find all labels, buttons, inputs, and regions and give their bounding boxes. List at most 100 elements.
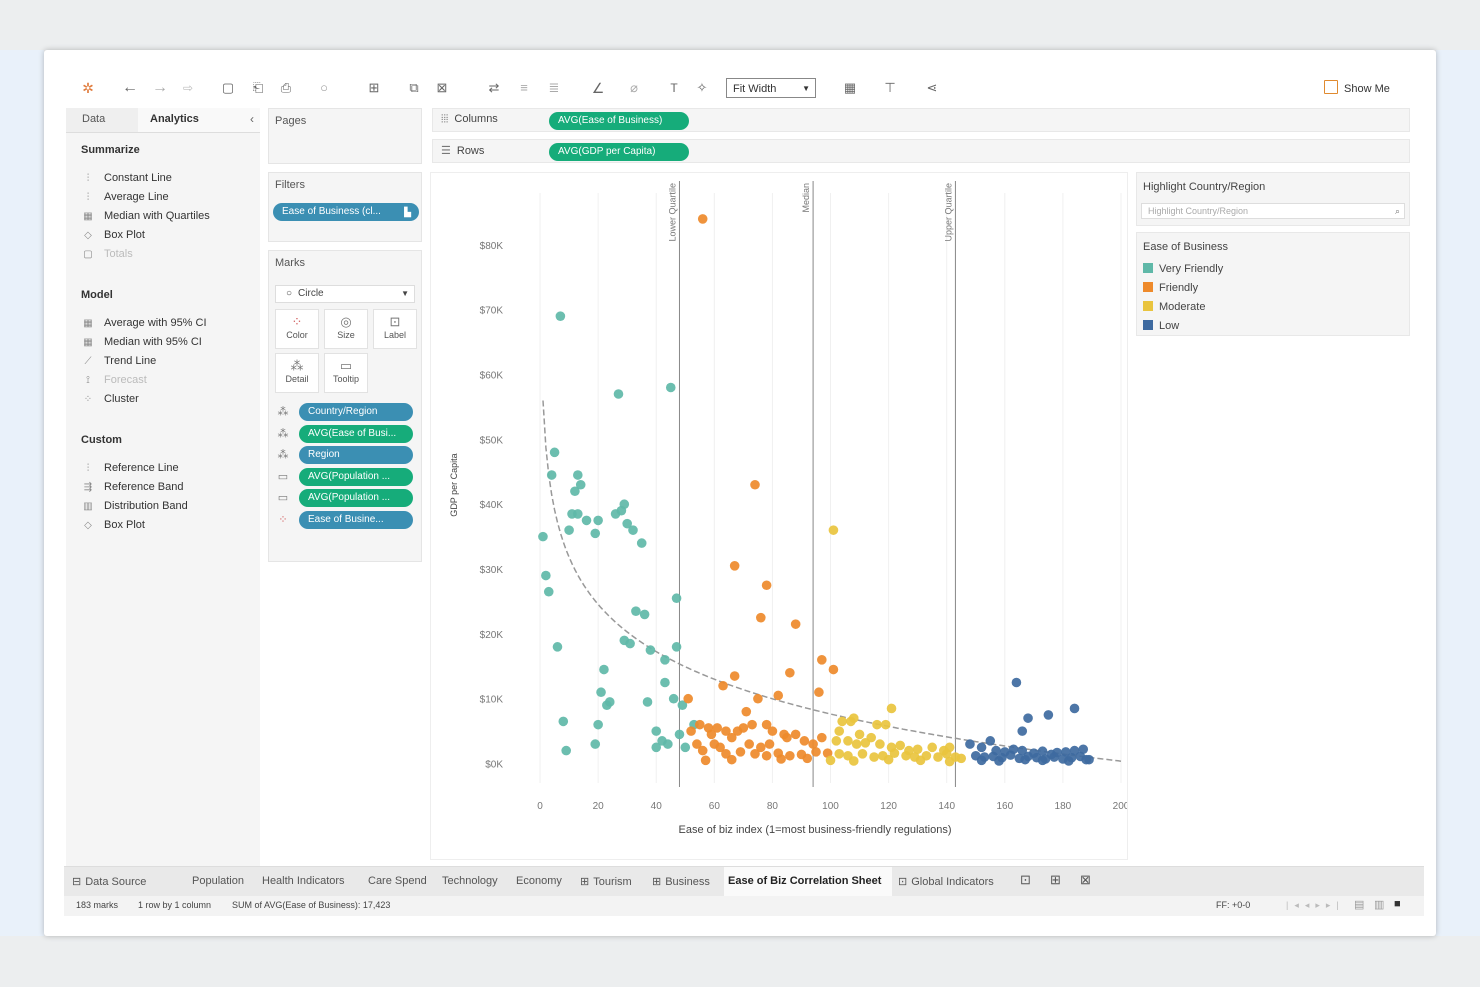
data-point[interactable]	[802, 753, 813, 764]
show-labels-icon[interactable]: T	[664, 78, 684, 98]
analytics-item[interactable]: ▦ Median with 95% CI	[82, 336, 202, 348]
label-button[interactable]: ⊡ Label	[373, 309, 417, 349]
data-point[interactable]	[665, 382, 676, 393]
data-point[interactable]	[1043, 710, 1054, 720]
data-point[interactable]	[671, 642, 682, 652]
chart-view[interactable]: Lower Quartile Median Upper Quartile 0 20 40…	[430, 172, 1130, 860]
mark-field-pill[interactable]: AVG(Ease of Busi...	[299, 424, 413, 443]
data-point[interactable]	[541, 570, 551, 581]
analytics-item[interactable]: ⫶ Reference Line	[82, 462, 179, 474]
sort-asc-icon[interactable]: ≡	[514, 78, 534, 98]
data-point[interactable]	[985, 736, 996, 746]
data-point[interactable]	[1005, 750, 1016, 760]
filmstrip-view-icon[interactable]: ■	[1394, 898, 1401, 910]
data-point[interactable]	[590, 528, 601, 539]
sheet-tab[interactable]: ⊞ Tourism	[580, 875, 632, 888]
data-point[interactable]	[1017, 726, 1028, 736]
data-point[interactable]	[834, 726, 845, 736]
data-point[interactable]	[718, 680, 728, 691]
data-point[interactable]	[1011, 677, 1022, 688]
sheet-tab[interactable]: Ease of Biz Correlation Sheet	[728, 875, 881, 887]
data-point[interactable]	[706, 729, 717, 740]
analytics-item[interactable]: ⁘ Cluster	[82, 393, 139, 405]
analytics-item[interactable]: ⫶ Average Line	[82, 191, 169, 203]
refresh-icon[interactable]: ○	[314, 78, 334, 98]
data-point[interactable]	[828, 664, 839, 675]
data-point[interactable]	[817, 655, 827, 665]
analytics-item[interactable]: ▦ Average with 95% CI	[82, 317, 206, 329]
undo-icon[interactable]: ←	[120, 78, 140, 98]
data-point[interactable]	[875, 739, 885, 749]
sort-desc-icon[interactable]: ≣	[544, 78, 564, 98]
data-point[interactable]	[857, 749, 868, 759]
data-point[interactable]	[726, 732, 737, 743]
data-point[interactable]	[915, 755, 926, 766]
new-story-tab-icon[interactable]: ⊠	[1080, 872, 1091, 888]
data-point[interactable]	[602, 700, 612, 710]
data-point[interactable]	[799, 736, 810, 746]
sheet-tab[interactable]: ⊡ Global Indicators	[898, 875, 994, 888]
tab-data[interactable]: Data	[82, 113, 105, 125]
data-point[interactable]	[631, 606, 641, 616]
pages-card[interactable]: Pages	[268, 108, 422, 164]
data-point[interactable]	[790, 729, 801, 740]
data-point[interactable]	[581, 515, 592, 526]
data-point[interactable]	[895, 740, 906, 751]
data-point[interactable]	[680, 742, 691, 753]
data-point[interactable]	[596, 687, 606, 698]
clear-sheet-icon[interactable]: ⊠	[432, 78, 452, 98]
data-point[interactable]	[651, 742, 662, 753]
data-point[interactable]	[883, 754, 894, 765]
data-point[interactable]	[1049, 752, 1059, 762]
data-point[interactable]	[764, 739, 775, 749]
data-point[interactable]	[590, 739, 601, 749]
columns-shelf[interactable]: ⦙⦙⦙ Columns AVG(Ease of Business)	[432, 108, 1410, 132]
mark-type-select[interactable]: ○ Circle ▼	[275, 285, 415, 303]
data-point[interactable]	[741, 706, 752, 717]
data-point[interactable]	[686, 726, 696, 736]
data-point[interactable]	[753, 693, 763, 704]
data-point[interactable]	[628, 525, 638, 535]
data-point[interactable]	[697, 214, 708, 224]
tableau-logo-icon[interactable]: ✲	[78, 78, 98, 98]
pin-icon[interactable]: ✧	[692, 78, 712, 98]
data-point[interactable]	[668, 693, 679, 704]
sheet-tab[interactable]: Economy	[516, 875, 562, 887]
data-point[interactable]	[831, 736, 842, 746]
mark-field-pill[interactable]: AVG(Population ...	[299, 489, 413, 507]
data-point[interactable]	[776, 754, 786, 764]
sheet-tab[interactable]: Health Indicators	[262, 875, 345, 887]
data-point[interactable]	[886, 703, 897, 714]
share-icon[interactable]: ⋖	[922, 78, 942, 98]
data-point[interactable]	[546, 470, 557, 480]
mark-field-pill[interactable]: Region	[299, 446, 413, 464]
data-point[interactable]	[651, 726, 662, 736]
rows-pill[interactable]: AVG(GDP per Capita)	[549, 143, 689, 161]
color-button[interactable]: ⁘ Color	[275, 309, 319, 349]
data-point[interactable]	[573, 470, 583, 480]
show-me-button[interactable]: Show Me	[1324, 80, 1390, 95]
data-point[interactable]	[869, 752, 879, 762]
data-point[interactable]	[817, 732, 827, 743]
show-cards-icon[interactable]: ▦	[840, 78, 860, 98]
data-point[interactable]	[636, 538, 647, 548]
data-point[interactable]	[593, 515, 603, 526]
data-point[interactable]	[747, 719, 757, 730]
data-point[interactable]	[555, 311, 566, 321]
data-point[interactable]	[645, 645, 656, 655]
data-point[interactable]	[811, 747, 821, 757]
data-point[interactable]	[1020, 754, 1030, 765]
data-point[interactable]	[854, 729, 865, 740]
analytics-item[interactable]: ◇ Box Plot	[82, 229, 145, 241]
data-point[interactable]	[825, 755, 836, 766]
data-point[interactable]	[756, 612, 766, 623]
data-point[interactable]	[561, 745, 571, 756]
swap-icon[interactable]: ⇄	[484, 78, 504, 98]
tab-analytics[interactable]: Analytics	[150, 113, 199, 125]
sheet-tab[interactable]: Care Spend	[368, 875, 427, 887]
data-point[interactable]	[956, 753, 967, 764]
data-point[interactable]	[697, 745, 708, 756]
legend-item[interactable]: Moderate	[1143, 301, 1205, 313]
data-point[interactable]	[538, 531, 548, 542]
analytics-item[interactable]: ◇ Box Plot	[82, 519, 145, 531]
